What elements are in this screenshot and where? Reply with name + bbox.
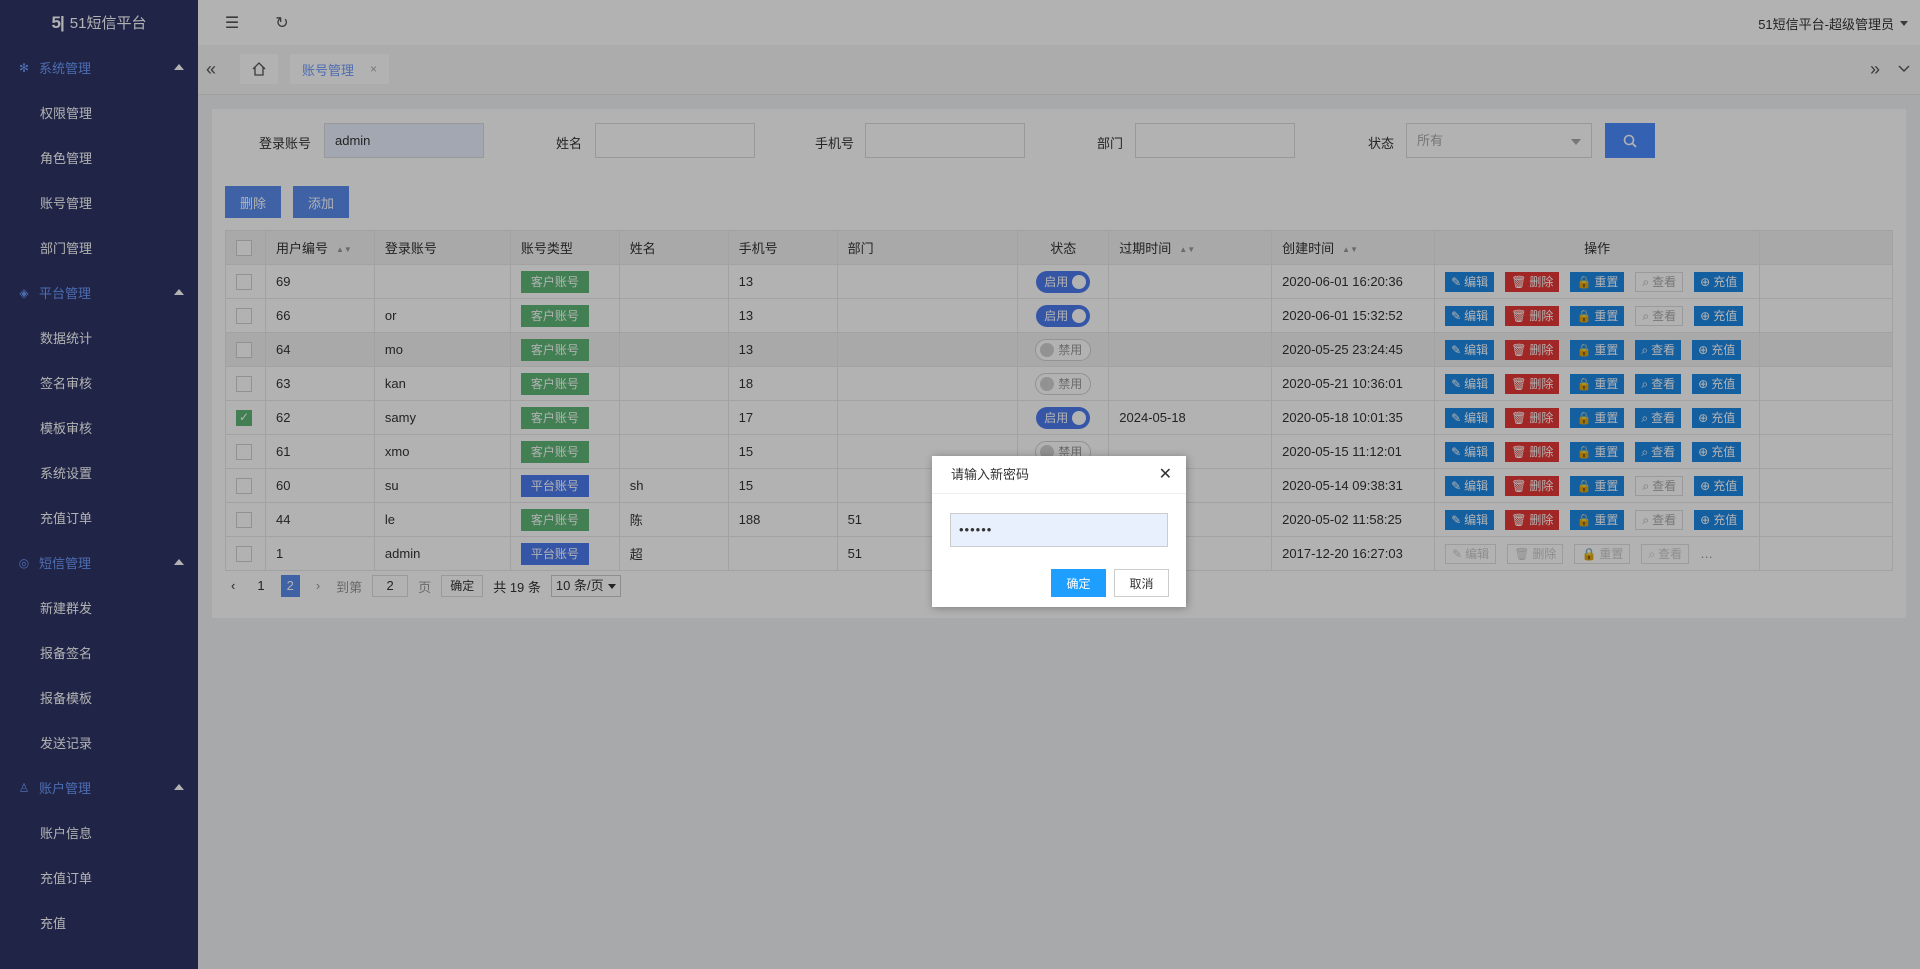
cancel-button[interactable]: 取消 — [1114, 569, 1169, 597]
confirm-button[interactable]: 确定 — [1051, 569, 1106, 597]
close-icon[interactable]: ✕ — [1159, 456, 1172, 494]
new-password-dialog: 请输入新密码 ✕ •••••• 确定 取消 — [932, 456, 1186, 607]
dialog-title-text: 请输入新密码 — [951, 467, 1030, 482]
dialog-title: 请输入新密码 ✕ — [932, 456, 1186, 494]
new-password-input[interactable]: •••••• — [950, 513, 1168, 547]
